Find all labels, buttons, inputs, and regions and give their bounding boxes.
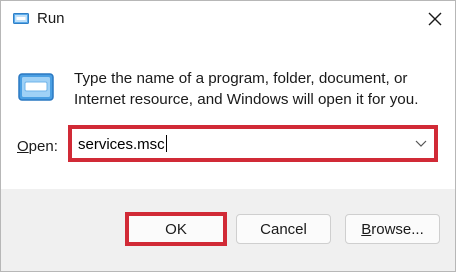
open-input[interactable]: services.msc (78, 135, 167, 153)
browse-accel: B (361, 220, 372, 238)
close-icon (428, 12, 442, 26)
chevron-down-icon[interactable] (413, 135, 429, 151)
open-input-value: services.msc (78, 136, 165, 153)
run-icon (13, 13, 29, 24)
run-description: Type the name of a program, folder, docu… (74, 70, 419, 108)
open-label-text: pen: (28, 138, 58, 155)
open-label-accel: O (17, 138, 29, 155)
title-bar: Run (1, 1, 455, 37)
ok-button[interactable]: OK (125, 212, 227, 246)
run-icon (18, 73, 54, 101)
open-label: Open: (17, 138, 58, 155)
run-dialog: Run Type the name of a program, folder, … (0, 0, 456, 272)
button-bar: OK Cancel Browse... (1, 189, 455, 271)
browse-button[interactable]: Browse... (345, 214, 440, 244)
browse-label: rowse... (371, 220, 424, 238)
text-caret (165, 135, 167, 152)
cancel-button[interactable]: Cancel (236, 214, 331, 244)
open-combobox[interactable]: services.msc (75, 132, 431, 156)
close-button[interactable] (415, 1, 455, 37)
window-title: Run (37, 10, 65, 27)
